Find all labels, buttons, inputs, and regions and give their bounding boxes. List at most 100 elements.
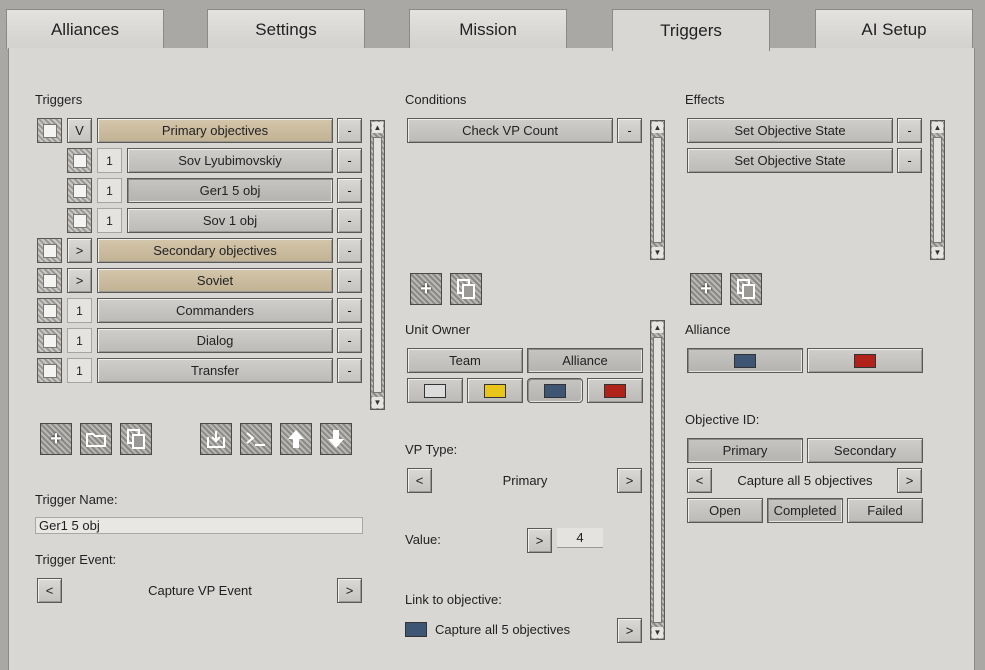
owner-color-yellow[interactable]: [467, 378, 523, 403]
effect-remove-button[interactable]: -: [897, 118, 922, 143]
scroll-up-icon[interactable]: ▲: [932, 122, 943, 133]
trigger-checkbox[interactable]: [67, 208, 92, 233]
trigger-remove-button[interactable]: -: [337, 208, 362, 233]
objective-next-button[interactable]: >: [897, 468, 922, 493]
trigger-name-input[interactable]: Ger1 5 obj: [35, 517, 363, 534]
plus-icon[interactable]: +: [40, 423, 72, 455]
event-prev-button[interactable]: <: [37, 578, 62, 603]
scroll-thumb[interactable]: [653, 337, 662, 623]
trigger-expand-button[interactable]: >: [67, 238, 92, 263]
conditions-scrollbar[interactable]: ▲ ▼: [650, 120, 665, 260]
tab-alliances[interactable]: Alliances: [6, 9, 164, 49]
link-objective-value: Capture all 5 objectives: [435, 622, 571, 637]
state-open-button[interactable]: Open: [687, 498, 763, 523]
scroll-up-icon[interactable]: ▲: [372, 122, 383, 133]
scroll-up-icon[interactable]: ▲: [652, 322, 663, 333]
arrow-down-icon[interactable]: [320, 423, 352, 455]
alliance-button[interactable]: Alliance: [527, 348, 643, 373]
trigger-remove-button[interactable]: -: [337, 118, 362, 143]
trigger-checkbox[interactable]: [37, 328, 62, 353]
link-color-swatch: [405, 622, 427, 637]
effects-scrollbar[interactable]: ▲ ▼: [930, 120, 945, 260]
trigger-checkbox[interactable]: [37, 358, 62, 383]
value-field[interactable]: 4: [557, 528, 603, 548]
trigger-item-primary-objectives[interactable]: Primary objectives: [97, 118, 333, 143]
trigger-remove-button[interactable]: -: [337, 148, 362, 173]
arrow-up-icon[interactable]: [280, 423, 312, 455]
scroll-down-icon[interactable]: ▼: [372, 397, 383, 408]
copy-icon[interactable]: [730, 273, 762, 305]
condition-remove-button[interactable]: -: [617, 118, 642, 143]
tab-mission[interactable]: Mission: [409, 9, 567, 49]
scroll-up-icon[interactable]: ▲: [652, 122, 663, 133]
objective-prev-button[interactable]: <: [687, 468, 712, 493]
trigger-item-soviet[interactable]: Soviet: [97, 268, 333, 293]
trigger-checkbox[interactable]: [67, 178, 92, 203]
trigger-checkbox[interactable]: [37, 118, 62, 143]
tab-ai-setup[interactable]: AI Setup: [815, 9, 973, 49]
trigger-item-transfer[interactable]: Transfer: [97, 358, 333, 383]
owner-color-blue[interactable]: [527, 378, 583, 403]
trigger-item-dialog[interactable]: Dialog: [97, 328, 333, 353]
vp-type-label: VP Type:: [405, 442, 458, 457]
scroll-thumb[interactable]: [653, 137, 662, 243]
objective-primary-button[interactable]: Primary: [687, 438, 803, 463]
tab-triggers[interactable]: Triggers: [612, 9, 770, 51]
alliance-color-blue[interactable]: [687, 348, 803, 373]
alliance-color-red[interactable]: [807, 348, 923, 373]
trigger-expand-button[interactable]: V: [67, 118, 92, 143]
plus-icon[interactable]: +: [690, 273, 722, 305]
color-swatch: [854, 353, 876, 368]
vp-type-next-button[interactable]: >: [617, 468, 642, 493]
import-icon[interactable]: [200, 423, 232, 455]
trigger-item-sov-lyubimovskiy[interactable]: Sov Lyubimovskiy: [127, 148, 333, 173]
owner-color-red[interactable]: [587, 378, 643, 403]
trigger-expand-button[interactable]: >: [67, 268, 92, 293]
trigger-remove-button[interactable]: -: [337, 268, 362, 293]
owner-color-white[interactable]: [407, 378, 463, 403]
console-icon[interactable]: [240, 423, 272, 455]
trigger-remove-button[interactable]: -: [337, 178, 362, 203]
effect-item-set-objective-state[interactable]: Set Objective State: [687, 148, 893, 173]
scroll-thumb[interactable]: [933, 137, 942, 243]
trigger-checkbox[interactable]: [37, 298, 62, 323]
plus-icon[interactable]: +: [410, 273, 442, 305]
scroll-down-icon[interactable]: ▼: [932, 247, 943, 258]
trigger-event-value: Capture VP Event: [148, 583, 252, 598]
state-completed-button[interactable]: Completed: [767, 498, 843, 523]
state-failed-button[interactable]: Failed: [847, 498, 923, 523]
value-label: Value:: [405, 532, 441, 547]
trigger-item-secondary-objectives[interactable]: Secondary objectives: [97, 238, 333, 263]
scroll-down-icon[interactable]: ▼: [652, 627, 663, 638]
effect-item-set-objective-state[interactable]: Set Objective State: [687, 118, 893, 143]
conditions-params-scrollbar[interactable]: ▲ ▼: [650, 320, 665, 640]
folder-icon[interactable]: [80, 423, 112, 455]
trigger-index: 1: [67, 328, 92, 353]
trigger-item-commanders[interactable]: Commanders: [97, 298, 333, 323]
triggers-scrollbar[interactable]: ▲ ▼: [370, 120, 385, 410]
trigger-remove-button[interactable]: -: [337, 238, 362, 263]
condition-item-check-vp-count[interactable]: Check VP Count: [407, 118, 613, 143]
copy-icon[interactable]: [450, 273, 482, 305]
scroll-down-icon[interactable]: ▼: [652, 247, 663, 258]
link-to-objective-label: Link to objective:: [405, 592, 502, 607]
copy-icon[interactable]: [120, 423, 152, 455]
trigger-item-ger1-5-obj[interactable]: Ger1 5 obj: [127, 178, 333, 203]
trigger-remove-button[interactable]: -: [337, 298, 362, 323]
tab-settings[interactable]: Settings: [207, 9, 365, 49]
team-button[interactable]: Team: [407, 348, 523, 373]
scroll-thumb[interactable]: [373, 137, 382, 393]
trigger-checkbox[interactable]: [37, 238, 62, 263]
link-next-button[interactable]: >: [617, 618, 642, 643]
trigger-checkbox[interactable]: [37, 268, 62, 293]
event-next-button[interactable]: >: [337, 578, 362, 603]
objective-secondary-button[interactable]: Secondary: [807, 438, 923, 463]
effect-remove-button[interactable]: -: [897, 148, 922, 173]
trigger-item-sov-1-obj[interactable]: Sov 1 obj: [127, 208, 333, 233]
trigger-remove-button[interactable]: -: [337, 328, 362, 353]
value-increment-button[interactable]: >: [527, 528, 552, 553]
objective-value: Capture all 5 objectives: [737, 473, 873, 488]
trigger-remove-button[interactable]: -: [337, 358, 362, 383]
vp-type-prev-button[interactable]: <: [407, 468, 432, 493]
trigger-checkbox[interactable]: [67, 148, 92, 173]
